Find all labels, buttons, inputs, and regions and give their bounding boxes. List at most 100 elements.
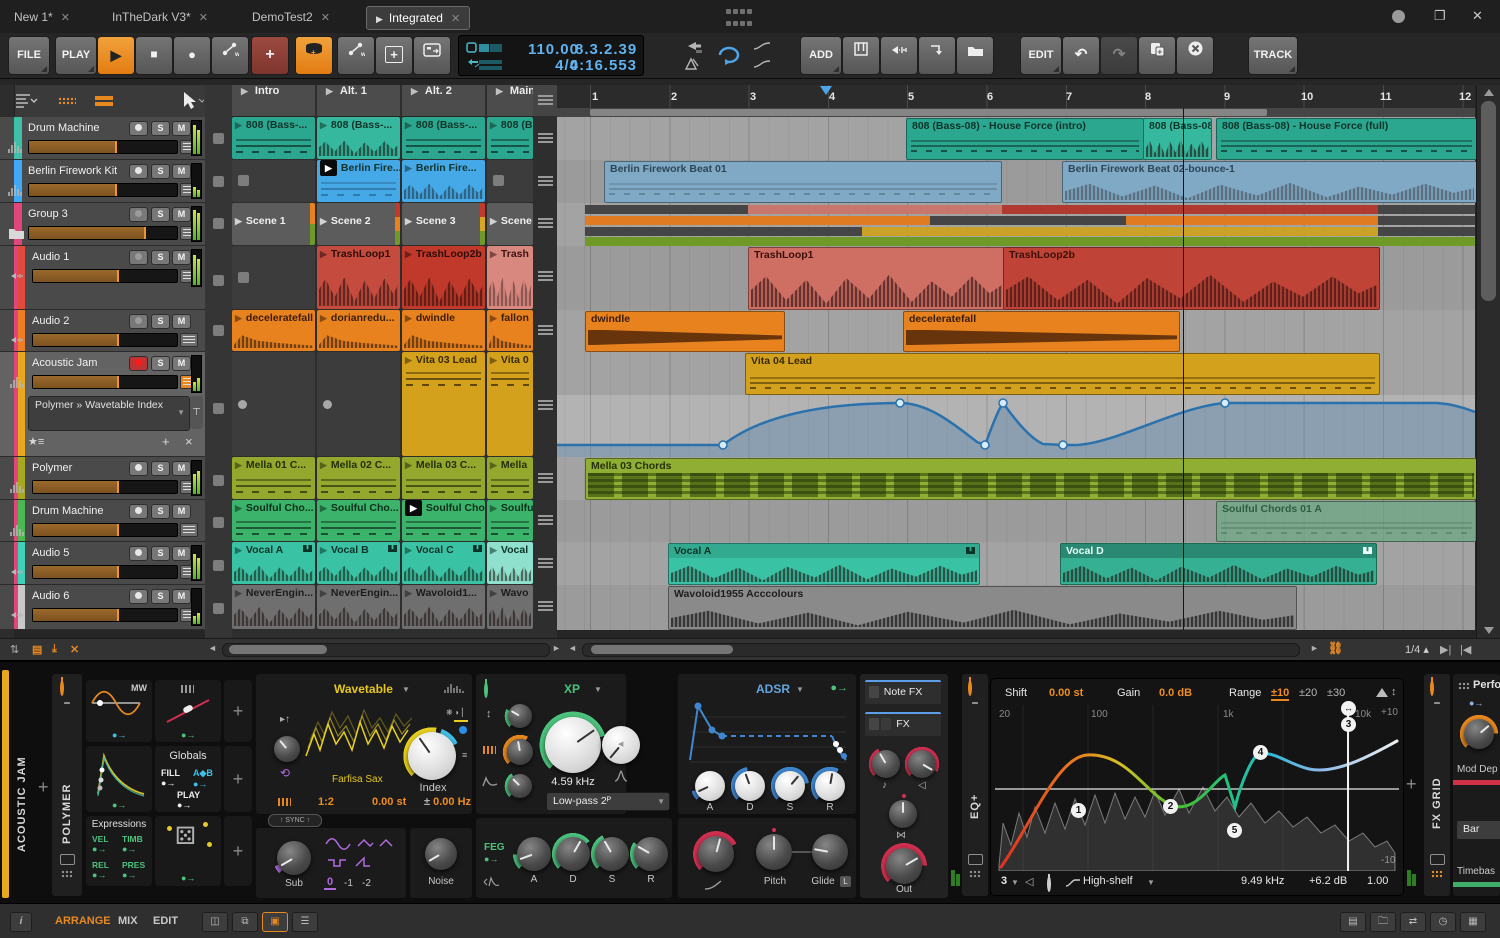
stop-button[interactable]: ■ bbox=[135, 36, 173, 75]
edit-view-button[interactable]: EDIT bbox=[153, 915, 178, 927]
mod-amount-icon[interactable]: ●→ bbox=[830, 682, 848, 694]
clip-slot[interactable]: ▶ Soulful Cho... bbox=[232, 500, 315, 541]
automation-curve[interactable] bbox=[557, 395, 1475, 457]
clip-slot[interactable]: ▶ deceleratefall bbox=[232, 310, 315, 351]
eq-curve[interactable] bbox=[993, 705, 1401, 871]
bend-range-knob[interactable] bbox=[698, 836, 734, 872]
arranger-track-lane[interactable]: Wavoloid1955 Acccolours bbox=[557, 585, 1475, 630]
clip-play-icon[interactable]: ▶ bbox=[490, 120, 497, 130]
mute-button[interactable]: M bbox=[172, 356, 191, 371]
tune-knob[interactable] bbox=[872, 750, 900, 778]
clip-play-icon[interactable]: ▶ bbox=[320, 460, 327, 470]
clip-row-menu-icon[interactable] bbox=[538, 325, 553, 336]
clip-play-icon[interactable]: ▶ bbox=[235, 120, 242, 130]
track-row[interactable]: Drum Machine S M bbox=[0, 500, 205, 542]
solo-button[interactable]: S bbox=[151, 461, 170, 476]
clip-slot[interactable]: ▶ Vita 0 bbox=[487, 352, 533, 456]
device-power-icon[interactable] bbox=[60, 680, 64, 696]
eq-band-2[interactable]: 2 bbox=[1163, 799, 1178, 814]
undo-button[interactable]: ↶ bbox=[1062, 36, 1100, 75]
arranger-clip[interactable]: TrashLoop2b bbox=[1003, 247, 1380, 310]
clip-slot[interactable]: ▶ NeverEngin... bbox=[232, 585, 315, 629]
clip-play-icon[interactable]: ▶ bbox=[320, 588, 327, 598]
remote-controls-icon[interactable] bbox=[60, 854, 75, 865]
stop-clips-button[interactable] bbox=[213, 603, 224, 614]
track-name[interactable]: Drum Machine bbox=[32, 505, 124, 517]
arranger-track-lane[interactable]: Berlin Firework Beat 01 Berlin Firework … bbox=[557, 160, 1477, 203]
arranger-vscrollbar[interactable] bbox=[1476, 85, 1500, 638]
device-power-icon[interactable] bbox=[1430, 680, 1434, 696]
noise-knob[interactable] bbox=[425, 838, 457, 870]
arm-button[interactable] bbox=[129, 250, 148, 265]
time-display[interactable]: 0:16.553 bbox=[569, 57, 637, 74]
track-row[interactable]: Audio 1 S M bbox=[0, 246, 205, 310]
clip-slot[interactable]: ▶ 808 (Bass-... bbox=[402, 117, 485, 159]
grid-link-icon[interactable]: ⛓ bbox=[1328, 641, 1343, 655]
note-fx-slot[interactable]: Note FX bbox=[865, 680, 941, 704]
stop-button[interactable] bbox=[238, 175, 249, 186]
close-tab-icon[interactable]: ✕ bbox=[61, 12, 70, 24]
clip-slot-record[interactable] bbox=[317, 352, 400, 456]
launcher-automation-follow-icon[interactable] bbox=[752, 57, 772, 71]
mod-amount-icon[interactable]: ●→ bbox=[484, 854, 498, 864]
favorite-automation-icon[interactable]: ★≡ bbox=[28, 435, 44, 448]
arranger-clip[interactable]: Vita 04 Lead bbox=[745, 353, 1380, 395]
mod-amount-icon[interactable]: ●→ bbox=[112, 800, 126, 810]
feg-d-knob[interactable] bbox=[556, 837, 590, 871]
band-listen-icon[interactable]: ◁ bbox=[1025, 875, 1033, 888]
track-row[interactable]: Berlin Firework Kit S M bbox=[0, 160, 205, 203]
punch-in-icon[interactable] bbox=[682, 39, 704, 55]
clip-row-menu-icon[interactable] bbox=[538, 176, 553, 187]
stop-button[interactable] bbox=[493, 175, 504, 186]
volume-fader[interactable] bbox=[32, 523, 178, 537]
arranger-clip[interactable]: TrashLoop1 bbox=[748, 247, 1005, 310]
clip-slot[interactable]: ▶ Soulful Cho... bbox=[317, 500, 400, 541]
volume-fader[interactable] bbox=[32, 269, 178, 283]
chevron-down-icon[interactable]: ▼ bbox=[1147, 878, 1155, 887]
phase-random-icon[interactable]: ⟲ bbox=[280, 766, 290, 780]
band-freq-value[interactable]: 9.49 kHz bbox=[1241, 875, 1284, 887]
scene-play-icon[interactable]: ▶ bbox=[411, 86, 418, 96]
tab-project-2[interactable]: InTheDark V3* ✕ bbox=[112, 6, 238, 28]
scene-play-icon[interactable]: ▶ bbox=[320, 216, 327, 226]
sub-wave-icons[interactable] bbox=[322, 836, 398, 870]
track-name[interactable]: Acoustic Jam bbox=[32, 357, 124, 369]
remote-controls-icon[interactable] bbox=[968, 854, 983, 865]
stop-clips-button[interactable] bbox=[213, 275, 224, 286]
clip-slot[interactable]: ▶ Mella 01 C... bbox=[232, 457, 315, 499]
scroll-left-icon[interactable]: ◄ bbox=[208, 643, 217, 653]
remote-page-label[interactable]: Perfo bbox=[1473, 679, 1500, 691]
device-grid-icon[interactable] bbox=[1431, 870, 1442, 878]
mute-button[interactable]: M bbox=[172, 504, 191, 519]
clip-play-icon[interactable]: ▶ bbox=[405, 460, 412, 470]
clip-slot[interactable]: ▶ dwindle bbox=[402, 310, 485, 351]
clip-slot[interactable]: ▶ 808 (Bass-... bbox=[317, 117, 400, 159]
clip-slot[interactable]: ▶ TrashLoop2b bbox=[402, 246, 485, 309]
solo-button[interactable]: S bbox=[151, 356, 170, 371]
clip-play-icon[interactable]: ▶ bbox=[235, 313, 242, 323]
arm-button[interactable] bbox=[129, 164, 148, 179]
track-list-menu-icon[interactable] bbox=[14, 93, 38, 109]
browser-panel-icon[interactable]: 🗀 bbox=[1370, 912, 1396, 932]
modulator-envelope[interactable]: ●→ bbox=[86, 746, 152, 812]
file-menu-button[interactable]: FILE bbox=[8, 36, 50, 75]
loop-icon[interactable] bbox=[712, 43, 746, 67]
out-knob[interactable] bbox=[886, 848, 922, 884]
track-row[interactable]: Audio 5 S M bbox=[0, 542, 205, 585]
chevron-down-icon[interactable]: ▼ bbox=[796, 685, 804, 694]
eq-range-10[interactable]: ±10 bbox=[1271, 687, 1290, 701]
arranger-track-lane[interactable]: Soulful Chords 01 A bbox=[557, 500, 1477, 542]
volume-fader[interactable] bbox=[32, 480, 178, 494]
clip-slot[interactable]: ▶ Wavo bbox=[487, 585, 533, 629]
mix-view-button[interactable]: MIX bbox=[118, 915, 138, 927]
add-modulator-button[interactable]: + bbox=[224, 816, 252, 886]
keyboard-panel-icon[interactable]: ▦ bbox=[1460, 912, 1486, 932]
remote-controls-icon[interactable] bbox=[1430, 854, 1445, 865]
arranger-clip[interactable]: 808 (Bass-08) - House Force (full) bbox=[1216, 118, 1477, 160]
clip-slot[interactable]: ▶ Wavoloid1... bbox=[402, 585, 485, 629]
solo-button[interactable]: S bbox=[151, 504, 170, 519]
volume-fader[interactable] bbox=[32, 375, 178, 389]
close-tab-icon[interactable]: ✕ bbox=[451, 13, 460, 25]
clip-play-icon[interactable]: ▶ bbox=[490, 588, 497, 598]
scroll-left-icon[interactable]: ◄ bbox=[568, 643, 577, 653]
